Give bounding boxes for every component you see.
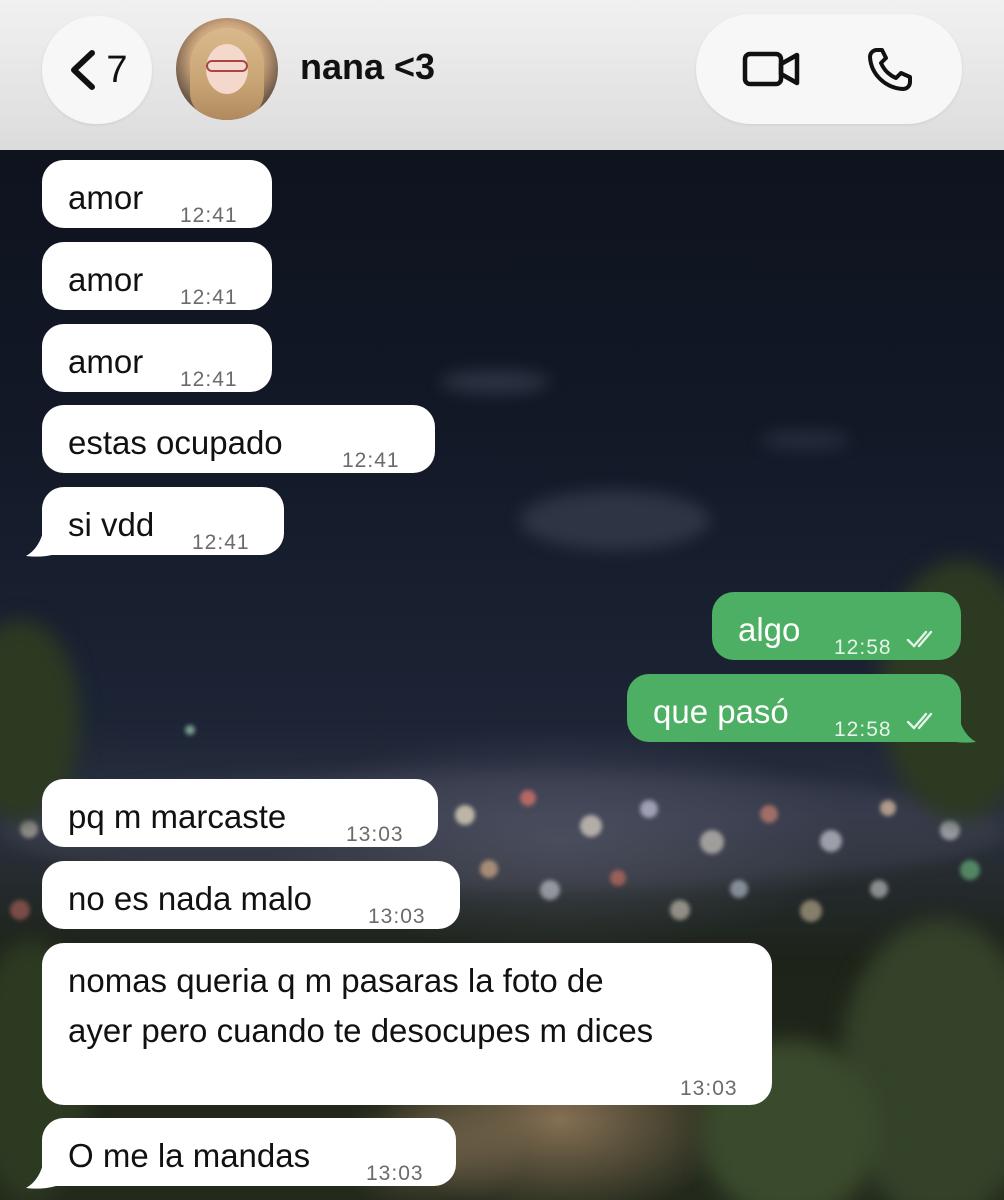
video-call-button[interactable] bbox=[704, 14, 837, 124]
message-time: 13:03 bbox=[368, 905, 426, 928]
message-text: que pasó bbox=[653, 693, 789, 730]
message-text: amor bbox=[68, 179, 144, 216]
video-camera-icon bbox=[742, 51, 799, 87]
unread-count: 7 bbox=[106, 48, 128, 91]
message-text-line: ayer pero cuando te desocupes m dices bbox=[68, 1012, 654, 1049]
message-time: 12:41 bbox=[180, 286, 238, 309]
message-text: no es nada malo bbox=[68, 880, 313, 917]
message-time: 12:41 bbox=[342, 449, 400, 472]
call-actions bbox=[696, 14, 962, 124]
message-time: 12:58 bbox=[834, 636, 892, 659]
message-time: 13:03 bbox=[680, 1077, 738, 1100]
avatar[interactable] bbox=[176, 18, 278, 120]
voice-call-button[interactable] bbox=[822, 14, 955, 124]
message-bubble-incoming[interactable]: amor 12:41 bbox=[42, 160, 272, 228]
message-text: amor bbox=[68, 261, 144, 298]
message-text: si vdd bbox=[68, 506, 155, 543]
message-bubble-incoming[interactable]: amor 12:41 bbox=[42, 242, 272, 310]
chat-header: 7 nana <3 bbox=[0, 0, 1004, 150]
double-check-icon bbox=[906, 712, 933, 730]
message-text: amor bbox=[68, 343, 144, 380]
message-bubble-incoming[interactable]: no es nada malo 13:03 bbox=[42, 861, 460, 929]
message-bubble-outgoing[interactable]: que pasó 12:58 bbox=[627, 674, 961, 742]
back-button[interactable]: 7 bbox=[42, 16, 152, 124]
message-time: 13:03 bbox=[366, 1162, 424, 1185]
message-bubble-outgoing[interactable]: algo 12:58 bbox=[712, 592, 961, 660]
message-bubble-incoming[interactable]: pq m marcaste 13:03 bbox=[42, 779, 438, 847]
chevron-left-icon bbox=[71, 50, 96, 90]
message-time: 12:58 bbox=[834, 718, 892, 741]
message-bubble-incoming[interactable]: nomas queria q m pasaras la foto de ayer… bbox=[42, 943, 772, 1105]
message-text: pq m marcaste bbox=[68, 798, 287, 835]
message-text: estas ocupado bbox=[68, 424, 283, 461]
message-text-line: nomas queria q m pasaras la foto de bbox=[68, 962, 604, 999]
double-check-icon bbox=[906, 630, 933, 648]
message-text: O me la mandas bbox=[68, 1137, 311, 1174]
contact-name[interactable]: nana <3 bbox=[300, 46, 435, 88]
message-bubble-incoming[interactable]: estas ocupado 12:41 bbox=[42, 405, 435, 473]
message-time: 12:41 bbox=[180, 368, 238, 391]
message-time: 12:41 bbox=[192, 531, 250, 554]
message-time: 12:41 bbox=[180, 204, 238, 227]
message-bubble-incoming[interactable]: si vdd 12:41 bbox=[42, 487, 284, 555]
message-bubble-incoming[interactable]: amor 12:41 bbox=[42, 324, 272, 392]
message-text: algo bbox=[738, 611, 801, 648]
message-time: 13:03 bbox=[346, 823, 404, 846]
message-bubble-incoming[interactable]: O me la mandas 13:03 bbox=[42, 1118, 456, 1186]
phone-icon bbox=[867, 48, 912, 91]
